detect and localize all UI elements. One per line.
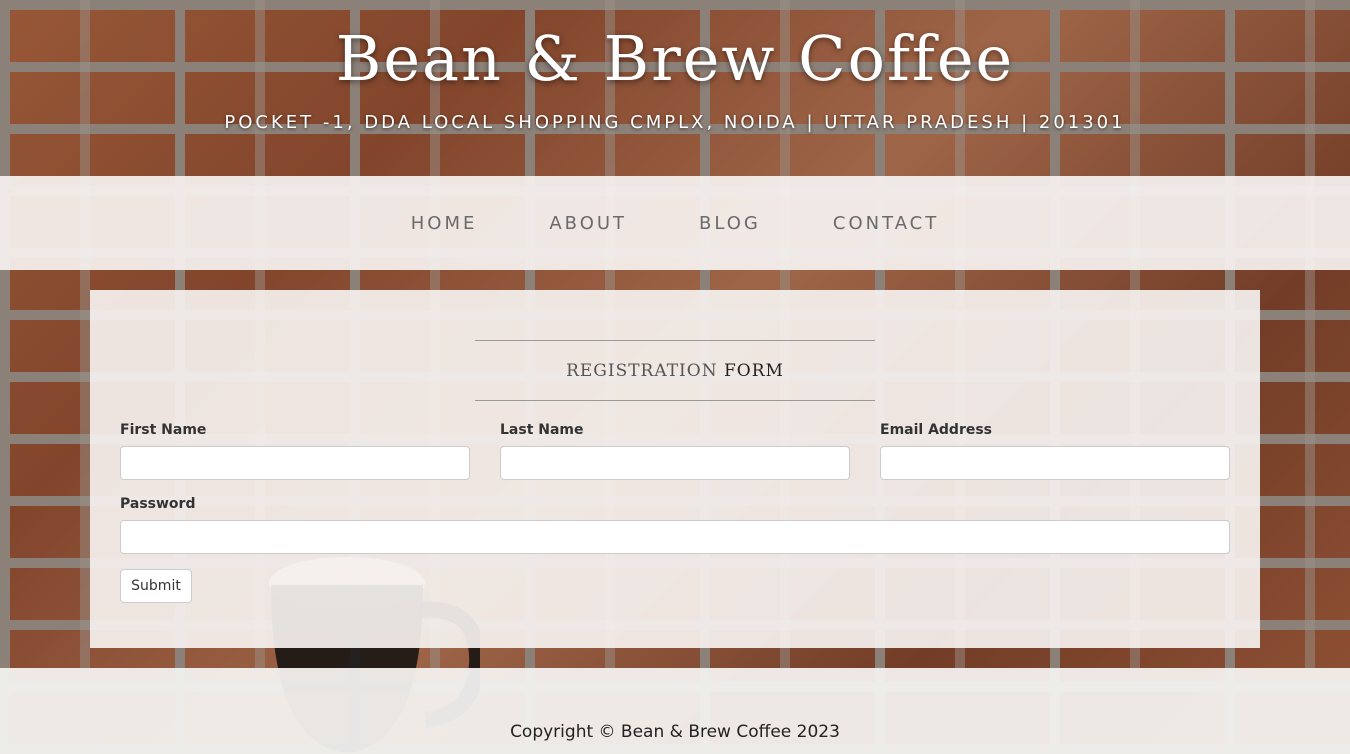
site-address: POCKET -1, DDA LOCAL SHOPPING CMPLX, NOI… bbox=[224, 112, 1126, 133]
registration-form-panel: REGISTRATION FORM First Name Last Name E… bbox=[90, 290, 1260, 648]
main-nav: HOME ABOUT BLOG CONTACT bbox=[0, 176, 1350, 270]
submit-button[interactable]: Submit bbox=[120, 569, 192, 603]
nav-item-contact[interactable]: CONTACT bbox=[833, 213, 939, 234]
password-field[interactable] bbox=[120, 520, 1230, 554]
last-name-field[interactable] bbox=[500, 446, 850, 480]
first-name-field[interactable] bbox=[120, 446, 470, 480]
nav-item-home[interactable]: HOME bbox=[411, 213, 478, 234]
email-label: Email Address bbox=[880, 422, 993, 438]
email-field[interactable] bbox=[880, 446, 1230, 480]
site-header: Bean & Brew Coffee POCKET -1, DDA LOCAL … bbox=[0, 0, 1350, 176]
form-heading-light: REGISTRATION bbox=[566, 360, 724, 381]
form-heading-strong: FORM bbox=[723, 360, 784, 381]
first-name-label: First Name bbox=[120, 422, 207, 438]
password-label: Password bbox=[120, 496, 196, 512]
form-heading: REGISTRATION FORM bbox=[475, 340, 875, 401]
copyright-text: Copyright © Bean & Brew Coffee 2023 bbox=[510, 722, 840, 742]
nav-item-about[interactable]: ABOUT bbox=[549, 213, 627, 234]
nav-item-blog[interactable]: BLOG bbox=[699, 213, 761, 234]
site-title: Bean & Brew Coffee bbox=[335, 22, 1015, 95]
last-name-label: Last Name bbox=[500, 422, 584, 438]
site-footer: Copyright © Bean & Brew Coffee 2023 bbox=[0, 668, 1350, 754]
